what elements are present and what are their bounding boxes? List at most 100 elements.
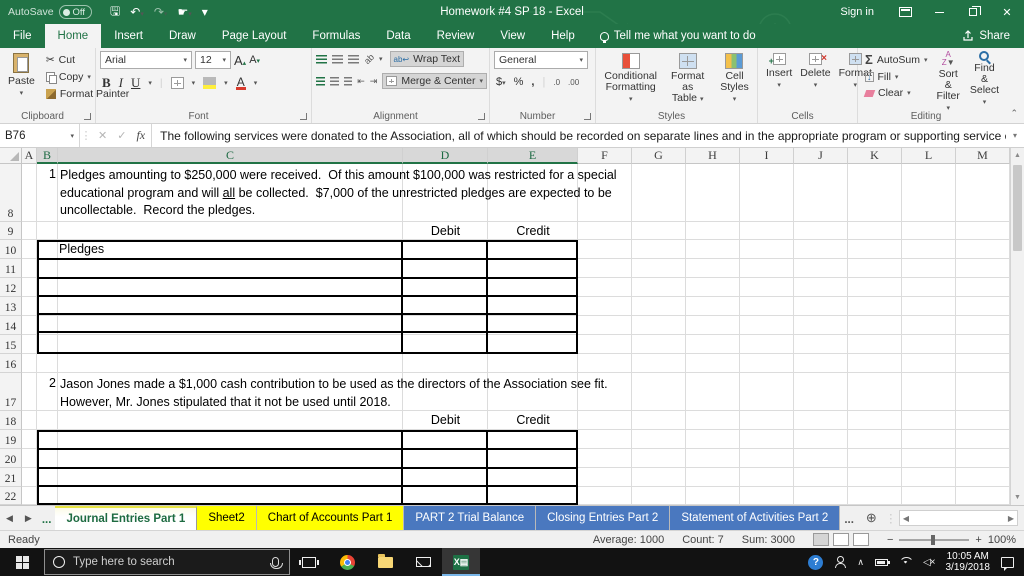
autosave-toggle[interactable]: AutoSave Off — [8, 5, 93, 19]
sort-filter-button[interactable]: A Z▼ Sort & Filter ▾ — [933, 51, 964, 116]
horizontal-scrollbar[interactable]: ◀ ▶ — [898, 510, 1018, 526]
paste-dropdown-arrow[interactable]: ▾ — [20, 89, 24, 97]
row-header[interactable]: 13 — [0, 297, 22, 316]
column-header[interactable]: I — [740, 148, 794, 164]
sign-in-button[interactable]: Sign in — [826, 6, 888, 18]
number-format-combobox[interactable]: General ▾ — [494, 51, 588, 69]
currency-format-button[interactable]: $▾ — [496, 76, 506, 88]
row-header[interactable]: 8 — [0, 164, 22, 222]
decrease-decimal-icon[interactable]: .00 — [568, 78, 579, 87]
ribbon-tab[interactable]: Home — [44, 24, 102, 48]
column-header[interactable]: B — [37, 148, 58, 164]
cell-c10-pledges[interactable]: Pledges — [59, 240, 104, 259]
minimize-button[interactable] — [922, 0, 956, 24]
align-center-icon[interactable] — [329, 76, 339, 86]
clear-button[interactable]: Clear ▾ — [862, 86, 931, 100]
scroll-right-icon[interactable]: ▶ — [1008, 514, 1014, 523]
sheet-tab[interactable]: Statement of Activities Part 2 — [670, 506, 841, 530]
wrap-text-button[interactable]: ab↩︎ Wrap Text — [389, 51, 465, 67]
row-header[interactable]: 14 — [0, 316, 22, 335]
column-header[interactable]: J — [794, 148, 848, 164]
fill-button[interactable]: ↓ Fill ▾ — [862, 70, 931, 84]
row-header[interactable]: 12 — [0, 278, 22, 297]
cancel-icon[interactable]: ✕ — [98, 129, 107, 142]
share-button[interactable]: Share — [948, 24, 1024, 48]
touch-mode-icon[interactable]: ☛︎▾ — [177, 5, 191, 19]
cell-b8-question-number[interactable]: 1 — [37, 167, 56, 181]
excel-taskbar-button[interactable]: X▤ — [442, 548, 480, 576]
merge-center-button[interactable]: Merge & Center ▾ — [382, 73, 487, 89]
clipboard-dialog-launcher[interactable] — [84, 113, 91, 120]
expand-formula-bar-icon[interactable]: ▾ — [1006, 124, 1024, 147]
number-dialog-launcher[interactable] — [584, 113, 591, 120]
column-header[interactable]: G — [632, 148, 686, 164]
decrease-indent-icon[interactable]: ⇤ — [357, 76, 365, 87]
mail-taskbar-button[interactable] — [404, 548, 442, 576]
sheet-tab[interactable]: Sheet2 — [197, 506, 257, 530]
cell-e18-credit-header[interactable]: Credit — [488, 411, 578, 429]
collapse-ribbon-icon[interactable]: ⌃ — [1010, 108, 1018, 119]
fill-color-icon[interactable] — [203, 77, 217, 89]
ribbon-tab[interactable]: Page Layout — [209, 24, 300, 48]
formula-bar-content[interactable]: The following services were donated to t… — [152, 124, 1006, 147]
undo-icon[interactable]: ↶▾ — [130, 5, 144, 19]
sheet-tab[interactable]: PART 2 Trial Balance — [404, 506, 537, 530]
middle-align-icon[interactable] — [332, 54, 343, 64]
zoom-out-icon[interactable]: − — [887, 534, 893, 546]
format-as-table-button[interactable]: Format as Table ▾ — [661, 51, 714, 107]
chrome-taskbar-button[interactable] — [328, 548, 366, 576]
zoom-level[interactable]: 100% — [988, 534, 1016, 546]
zoom-slider[interactable] — [899, 534, 970, 545]
shrink-font-button[interactable]: A▾ — [249, 54, 260, 66]
journal-entry-table-1[interactable] — [37, 240, 578, 354]
increase-decimal-icon[interactable]: .0 — [553, 78, 560, 87]
font-size-combobox[interactable]: 12 ▾ — [195, 51, 231, 69]
column-header[interactable]: M — [956, 148, 1010, 164]
page-break-view-icon[interactable] — [852, 533, 869, 546]
customize-qat-icon[interactable]: ▾ — [202, 5, 208, 19]
align-right-icon[interactable] — [343, 76, 353, 86]
start-button[interactable] — [0, 548, 44, 576]
zoom-in-icon[interactable]: + — [975, 534, 981, 546]
delete-cells-button[interactable]: × Delete ▾ — [796, 51, 834, 91]
comma-format-button[interactable]: , — [531, 76, 534, 88]
task-view-button[interactable] — [290, 548, 328, 576]
grow-font-button[interactable]: A▴ — [234, 53, 246, 68]
bold-button[interactable]: B — [102, 75, 111, 91]
row-header[interactable]: 10 — [0, 240, 22, 259]
row-header[interactable]: 17 — [0, 373, 22, 411]
orientation-icon[interactable]: ab — [362, 52, 376, 66]
next-sheet-icon[interactable]: ▶ — [19, 506, 38, 530]
ribbon-tab[interactable]: View — [487, 24, 538, 48]
vertical-scrollbar[interactable]: ▲ ▼ — [1010, 148, 1024, 505]
row-header[interactable]: 22 — [0, 487, 22, 505]
cell-d9-debit-header[interactable]: Debit — [403, 222, 488, 240]
volume-muted-icon[interactable]: ◁× — [923, 557, 935, 568]
paste-button[interactable]: Paste ▾ — [4, 51, 39, 101]
insert-function-icon[interactable]: fx — [136, 128, 145, 143]
name-box[interactable]: B76 ▾ — [0, 124, 80, 147]
prev-sheet-icon[interactable]: ◀ — [0, 506, 19, 530]
restore-button[interactable] — [956, 0, 990, 24]
cell-styles-button[interactable]: Cell Styles ▾ — [714, 51, 755, 107]
column-header[interactable]: F — [578, 148, 632, 164]
row-header[interactable]: 9 — [0, 222, 22, 240]
cell-e9-credit-header[interactable]: Credit — [488, 222, 578, 240]
taskbar-clock[interactable]: 10:05 AM 3/19/2018 — [946, 551, 991, 573]
insert-cells-button[interactable]: + Insert ▾ — [762, 51, 796, 91]
vertical-scroll-thumb[interactable] — [1013, 165, 1022, 251]
more-sheets-left[interactable]: ... — [38, 506, 56, 530]
enter-icon[interactable]: ✓ — [117, 129, 126, 142]
normal-view-icon[interactable] — [812, 533, 829, 546]
borders-icon[interactable] — [170, 77, 184, 89]
cell-d18-debit-header[interactable]: Debit — [403, 411, 488, 429]
italic-button[interactable]: I — [119, 75, 123, 91]
font-dialog-launcher[interactable] — [300, 113, 307, 120]
conditional-formatting-button[interactable]: Conditional Formatting ▾ — [600, 51, 661, 107]
find-select-button[interactable]: Find & Select ▾ — [966, 51, 1003, 116]
row-header[interactable]: 16 — [0, 354, 22, 373]
people-icon[interactable] — [834, 556, 847, 568]
column-header[interactable]: K — [848, 148, 902, 164]
increase-indent-icon[interactable]: ⇥ — [370, 76, 378, 87]
ribbon-tab[interactable]: Help — [538, 24, 588, 48]
